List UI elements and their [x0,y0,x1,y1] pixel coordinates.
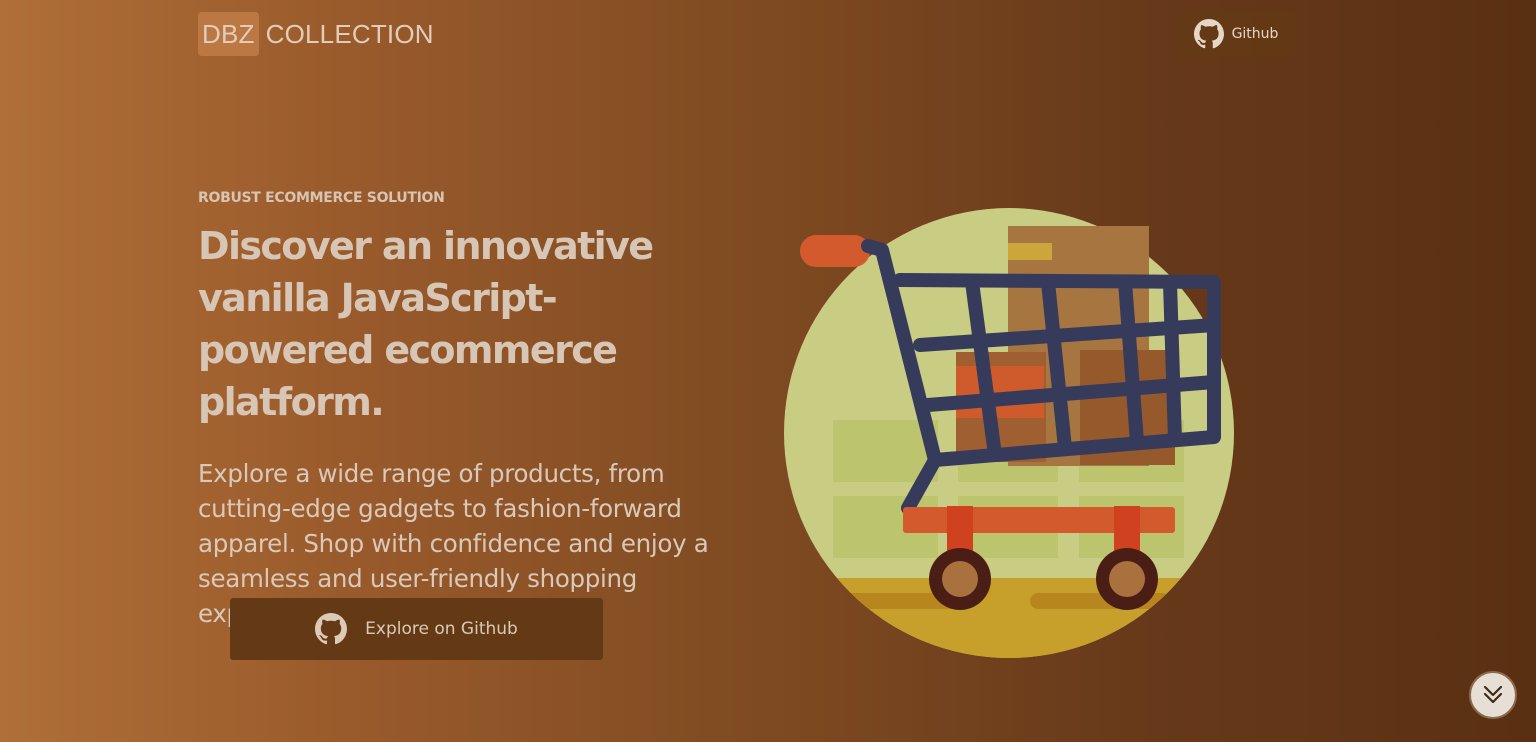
github-button[interactable]: Github [1179,11,1293,57]
github-icon [1193,19,1224,49]
top-bar: DBZ COLLECTION Github [198,11,1293,57]
github-icon [315,613,348,645]
shopping-cart-illustration [784,208,1234,658]
logo-text: COLLECTION [265,18,434,49]
logo[interactable]: DBZ COLLECTION [198,11,434,57]
double-chevron-down-icon [1483,685,1503,704]
github-button-label: Github [1231,26,1279,42]
hero-headline: Discover an innovative vanilla JavaScrip… [198,224,654,424]
hero-eyebrow: ROBUST ECOMMERCE SOLUTION [198,190,445,206]
logo-badge: DBZ [198,12,259,56]
explore-github-button[interactable]: Explore on Github [230,598,603,660]
explore-button-label: Explore on Github [365,619,518,639]
scroll-down-button[interactable] [1469,671,1517,719]
hero-text: ROBUST ECOMMERCE SOLUTION Discover an in… [198,190,738,631]
